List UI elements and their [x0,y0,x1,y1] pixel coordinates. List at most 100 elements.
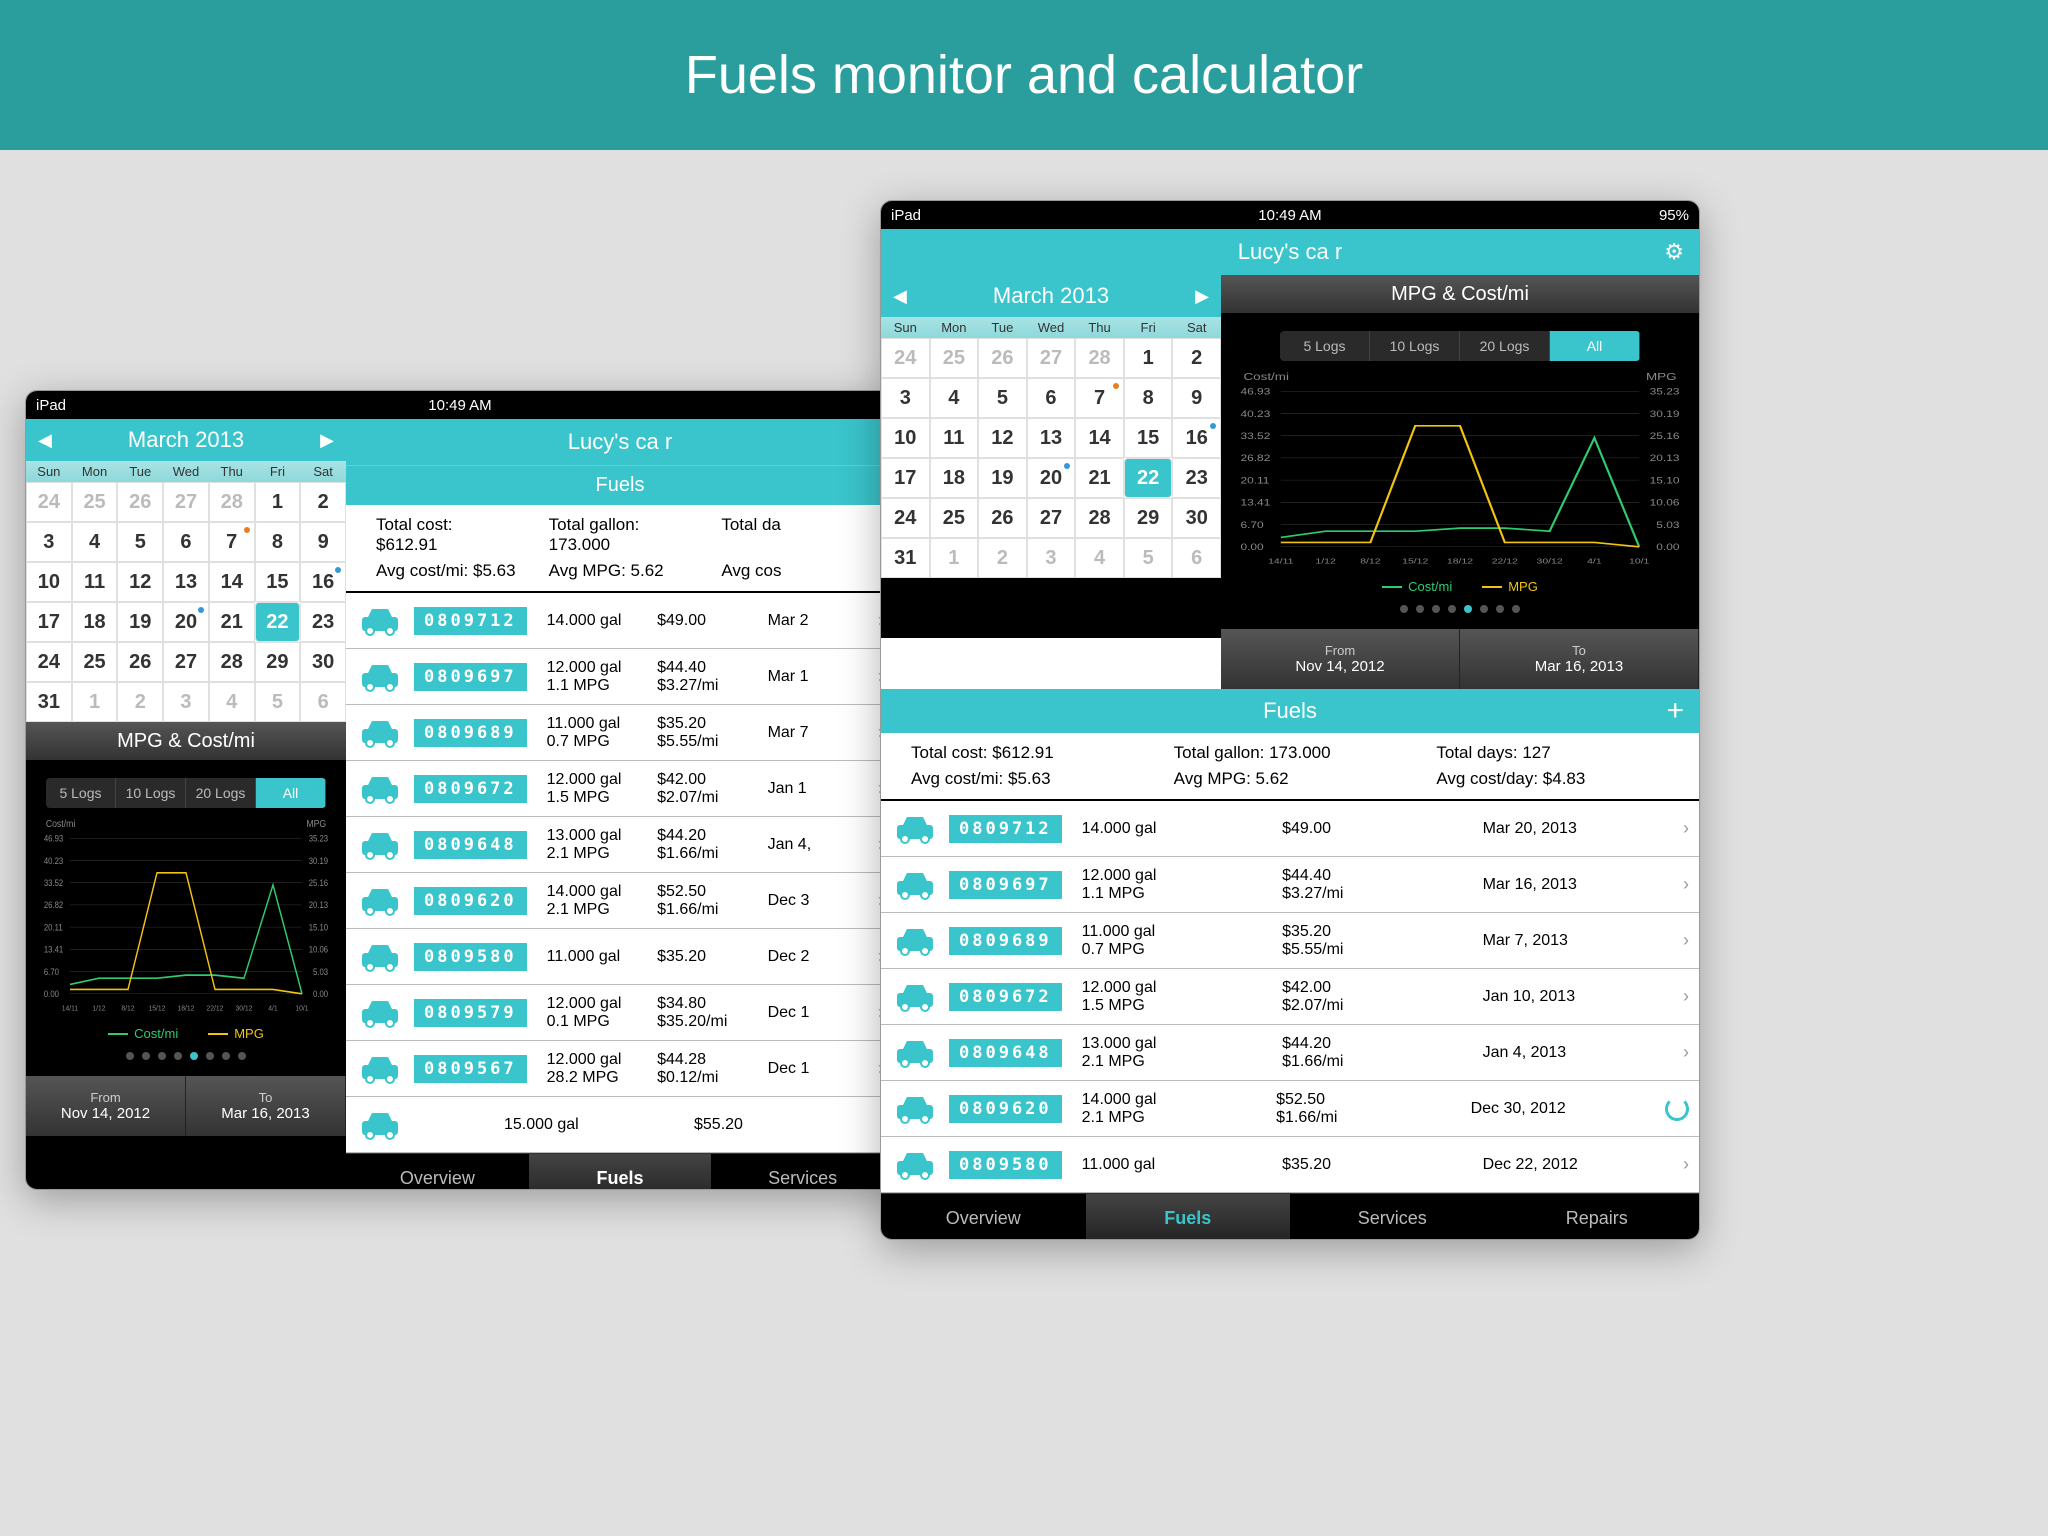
cal-cell[interactable]: 13 [163,562,209,602]
cal-cell[interactable]: 2 [300,482,346,522]
cal-cell[interactable]: 24 [881,498,930,538]
tab-overview[interactable]: Overview [881,1193,1086,1240]
cal-cell[interactable]: 18 [72,602,118,642]
page-dot[interactable] [222,1052,230,1060]
cal-prev-icon[interactable]: ◀ [38,430,52,451]
cal-cell[interactable]: 25 [72,482,118,522]
cal-cell[interactable]: 16 [1172,418,1221,458]
page-dot[interactable] [238,1052,246,1060]
cal-cell[interactable]: 27 [163,642,209,682]
cal-cell[interactable]: 12 [117,562,163,602]
cal-cell[interactable]: 18 [930,458,979,498]
cal-cell[interactable]: 1 [72,682,118,722]
cal-cell[interactable]: 16 [300,562,346,602]
page-dot[interactable] [1432,605,1440,613]
fuel-row[interactable]: 080956712.000 gal28.2 MPG$44.28$0.12/miD… [346,1041,894,1097]
page-dot[interactable] [1416,605,1424,613]
cal-cell[interactable]: 24 [26,642,72,682]
cal-cell[interactable]: 1 [255,482,301,522]
cal-cell[interactable]: 21 [1075,458,1124,498]
cal-cell[interactable]: 20 [1027,458,1076,498]
cal-cell[interactable]: 24 [881,338,930,378]
cal-cell[interactable]: 31 [881,538,930,578]
cal-cell[interactable]: 2 [117,682,163,722]
cal-cell[interactable]: 13 [1027,418,1076,458]
page-dot[interactable] [206,1052,214,1060]
cal-cell[interactable]: 19 [117,602,163,642]
page-dot[interactable] [142,1052,150,1060]
page-dot[interactable] [1480,605,1488,613]
cal-cell[interactable]: 4 [930,378,979,418]
cal-cell[interactable]: 22 [1124,458,1173,498]
cal-cell[interactable]: 30 [1172,498,1221,538]
cal-cell[interactable]: 22 [255,602,301,642]
fuel-row[interactable]: 080962014.000 gal2.1 MPG$52.50$1.66/miDe… [346,873,894,929]
cal-cell[interactable]: 11 [930,418,979,458]
cal-cell[interactable]: 1 [930,538,979,578]
fuel-row[interactable]: 080971214.000 gal$49.00Mar 2› [346,593,894,649]
cal-cell[interactable]: 15 [1124,418,1173,458]
fuel-row[interactable]: 080967212.000 gal1.5 MPG$42.00$2.07/miJa… [346,761,894,817]
page-dot[interactable] [158,1052,166,1060]
cal-cell[interactable]: 26 [978,498,1027,538]
cal-cell[interactable]: 27 [1027,338,1076,378]
cal-cell[interactable]: 25 [930,338,979,378]
fuel-row[interactable]: 080968911.000 gal0.7 MPG$35.20$5.55/miMa… [881,913,1699,969]
fuel-row[interactable]: 080971214.000 gal$49.00Mar 20, 2013› [881,801,1699,857]
cal-cell[interactable]: 25 [72,642,118,682]
cal-cell[interactable]: 19 [978,458,1027,498]
cal-cell[interactable]: 5 [1124,538,1173,578]
gear-icon[interactable]: ⚙ [1664,239,1684,265]
cal-cell[interactable]: 15 [255,562,301,602]
fuel-row[interactable]: 080964813.000 gal2.1 MPG$44.20$1.66/miJa… [881,1025,1699,1081]
cal-cell[interactable]: 28 [209,482,255,522]
cal-cell[interactable]: 31 [26,682,72,722]
cal-cell[interactable]: 24 [26,482,72,522]
page-dot[interactable] [1512,605,1520,613]
cal-cell[interactable]: 4 [1075,538,1124,578]
cal-cell[interactable]: 6 [1172,538,1221,578]
segment-20-logs[interactable]: 20 Logs [186,778,256,808]
page-dot[interactable] [126,1052,134,1060]
cal-cell[interactable]: 17 [26,602,72,642]
cal-cell[interactable]: 27 [163,482,209,522]
page-dot[interactable] [190,1052,198,1060]
cal-cell[interactable]: 29 [1124,498,1173,538]
fuel-row[interactable]: 15.000 gal$55.20 [346,1097,894,1153]
cal-prev-icon[interactable]: ◀ [893,286,907,307]
cal-cell[interactable]: 10 [26,562,72,602]
fuel-row[interactable]: 080969712.000 gal1.1 MPG$44.40$3.27/miMa… [881,857,1699,913]
cal-cell[interactable]: 21 [209,602,255,642]
cal-cell[interactable]: 5 [117,522,163,562]
cal-next-icon[interactable]: ▶ [320,430,334,451]
cal-cell[interactable]: 25 [930,498,979,538]
page-dot[interactable] [174,1052,182,1060]
cal-cell[interactable]: 27 [1027,498,1076,538]
cal-cell[interactable]: 26 [117,642,163,682]
fuel-row[interactable]: 080969712.000 gal1.1 MPG$44.40$3.27/miMa… [346,649,894,705]
cal-cell[interactable]: 5 [255,682,301,722]
fuel-row[interactable]: 080958011.000 gal$35.20Dec 22, 2012› [881,1137,1699,1193]
cal-cell[interactable]: 8 [1124,378,1173,418]
tab-fuels[interactable]: Fuels [1086,1193,1291,1240]
page-dot[interactable] [1464,605,1472,613]
cal-cell[interactable]: 10 [881,418,930,458]
cal-cell[interactable]: 14 [1075,418,1124,458]
fuel-row[interactable]: 080957912.000 gal0.1 MPG$34.80$35.20/miD… [346,985,894,1041]
cal-cell[interactable]: 7 [1075,378,1124,418]
cal-cell[interactable]: 9 [300,522,346,562]
fuel-row[interactable]: 080968911.000 gal0.7 MPG$35.20$5.55/miMa… [346,705,894,761]
fuel-row[interactable]: 080964813.000 gal2.1 MPG$44.20$1.66/miJa… [346,817,894,873]
cal-cell[interactable]: 6 [163,522,209,562]
cal-cell[interactable]: 23 [1172,458,1221,498]
page-dot[interactable] [1496,605,1504,613]
fuel-row[interactable]: 080967212.000 gal1.5 MPG$42.00$2.07/miJa… [881,969,1699,1025]
cal-cell[interactable]: 8 [255,522,301,562]
add-button[interactable]: + [1666,694,1684,728]
page-dot[interactable] [1448,605,1456,613]
cal-cell[interactable]: 28 [1075,498,1124,538]
cal-cell[interactable]: 26 [117,482,163,522]
cal-cell[interactable]: 3 [26,522,72,562]
cal-cell[interactable]: 12 [978,418,1027,458]
segment-all[interactable]: All [1550,331,1640,361]
